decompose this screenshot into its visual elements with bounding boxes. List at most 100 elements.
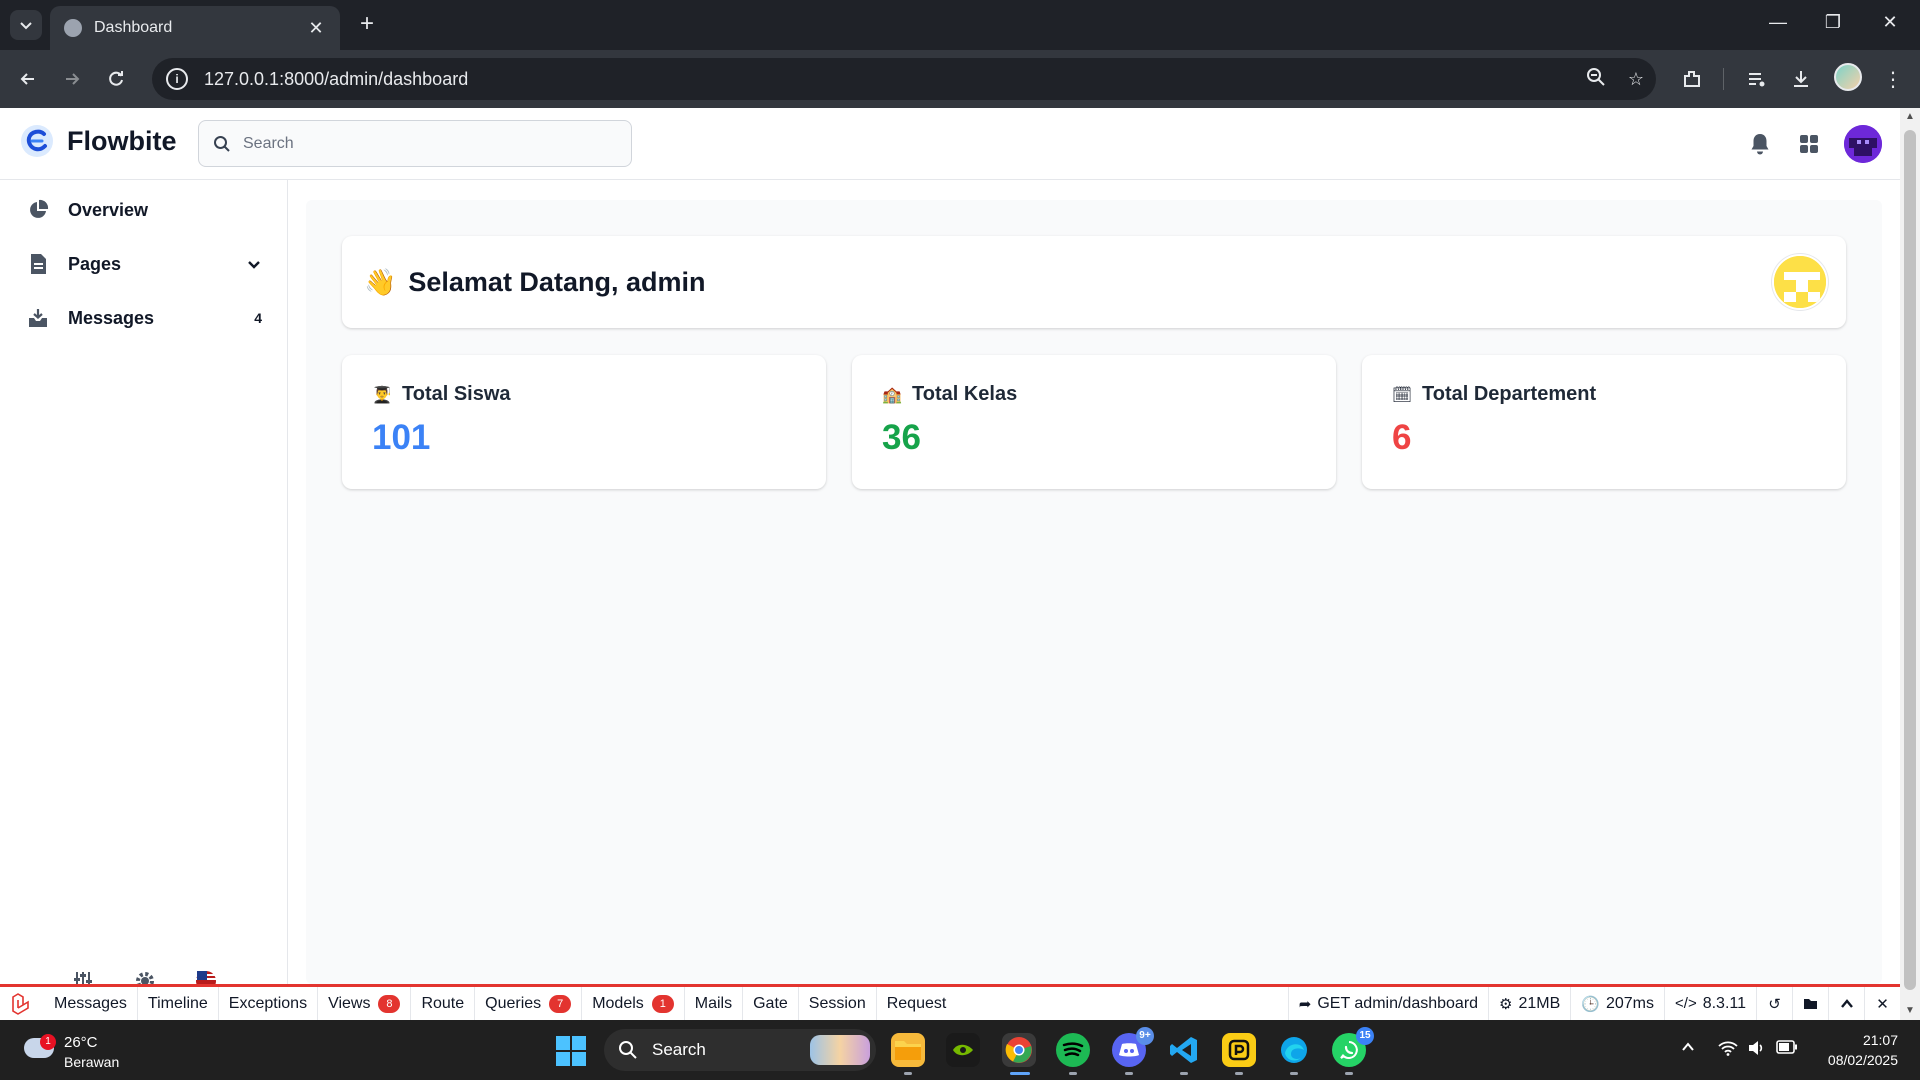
- browser-menu-icon[interactable]: ⋮: [1878, 65, 1908, 93]
- debugbar-tab-route[interactable]: Route: [411, 987, 476, 1020]
- grid-icon: [1800, 135, 1818, 153]
- chevron-up-icon[interactable]: [1828, 987, 1864, 1020]
- sidebar-item-pages[interactable]: Pages: [14, 242, 274, 286]
- folder-open-icon[interactable]: [1792, 987, 1828, 1020]
- debugbar-tab-gate[interactable]: Gate: [743, 987, 799, 1020]
- debugbar-tab-timeline[interactable]: Timeline: [138, 987, 219, 1020]
- debugbar-close-icon[interactable]: ✕: [1864, 987, 1900, 1020]
- stat-card-total-siswa: 👨‍🎓 Total Siswa 101: [342, 355, 826, 489]
- messages-count-badge: 4: [254, 310, 262, 326]
- document-icon: [26, 252, 50, 276]
- volume-icon[interactable]: [1746, 1040, 1766, 1060]
- scroll-down-arrow-icon[interactable]: ▼: [1900, 1002, 1920, 1020]
- debugbar-tab-request[interactable]: Request: [877, 987, 957, 1020]
- apps-button[interactable]: [1795, 130, 1823, 158]
- bell-icon: [1751, 134, 1769, 155]
- page-viewport: Flowbite Overview Pages: [0, 108, 1900, 984]
- windows-start-icon[interactable]: [556, 1036, 586, 1066]
- debugbar-time-info[interactable]: 🕒 207ms: [1570, 987, 1664, 1020]
- system-clock[interactable]: 21:07 08/02/2025: [1828, 1030, 1898, 1070]
- main-content: 👋 Selamat Datang, admin 👨‍🎓 Total Siswa …: [306, 200, 1882, 984]
- wifi-icon[interactable]: [1718, 1040, 1738, 1060]
- welcome-card: 👋 Selamat Datang, admin: [342, 236, 1846, 328]
- download-icon[interactable]: [1786, 65, 1816, 93]
- laravel-logo-icon[interactable]: [0, 987, 44, 1020]
- debugbar-tab-label: Queries: [485, 994, 542, 1012]
- debugbar-route-info[interactable]: ➦ GET admin/dashboard: [1287, 987, 1488, 1020]
- sidebar-item-overview[interactable]: Overview: [14, 188, 274, 232]
- edge-icon[interactable]: [1277, 1033, 1311, 1067]
- stat-card-total-departement: 🗓 Total Departement 6: [1362, 355, 1846, 489]
- sidebar-item-label: Messages: [68, 307, 155, 328]
- taskbar-search[interactable]: Search: [604, 1029, 876, 1071]
- debugbar-tab-session[interactable]: Session: [799, 987, 877, 1020]
- chevron-down-icon[interactable]: [246, 256, 262, 272]
- sidebar-item-label: Pages: [68, 253, 122, 274]
- tray-overflow-chevron-icon[interactable]: [1678, 1040, 1698, 1060]
- discord-icon[interactable]: 9+: [1112, 1027, 1154, 1067]
- tab-search-button[interactable]: [10, 10, 42, 40]
- restore-icon[interactable]: ❐: [1821, 12, 1845, 33]
- whatsapp-icon[interactable]: 15: [1332, 1027, 1374, 1067]
- scrollbar-thumb[interactable]: [1904, 130, 1916, 990]
- debugbar-php-info[interactable]: </> 8.3.11: [1664, 987, 1756, 1020]
- notifications-button[interactable]: [1746, 130, 1774, 158]
- search-input[interactable]: [243, 134, 623, 153]
- running-indicator: [1069, 1072, 1077, 1075]
- close-tab-icon[interactable]: ✕: [306, 18, 326, 39]
- bookmark-star-icon[interactable]: ☆: [1616, 69, 1656, 90]
- scroll-up-arrow-icon[interactable]: ▲: [1900, 108, 1920, 126]
- battery-icon[interactable]: [1776, 1040, 1797, 1060]
- zoom-icon[interactable]: [1576, 67, 1616, 92]
- postman-alt-icon[interactable]: [1222, 1033, 1256, 1067]
- adjustments-button[interactable]: [70, 970, 96, 984]
- address-bar[interactable]: i 127.0.0.1:8000/admin/dashboard ☆: [152, 58, 1656, 100]
- debugbar-tab-models[interactable]: Models 1: [582, 987, 685, 1020]
- history-icon[interactable]: ↺: [1756, 987, 1792, 1020]
- media-controls-icon[interactable]: [1742, 65, 1772, 93]
- windows-taskbar: 1 26°C Berawan Search 9+ 15 21:07 08/02/…: [0, 1020, 1920, 1080]
- toolbar-divider: [1723, 68, 1724, 90]
- chrome-icon[interactable]: [1002, 1033, 1036, 1067]
- debugbar-info-group: ➦ GET admin/dashboard ⚙ 21MB 🕒 207ms </> 8.3…: [1287, 987, 1900, 1020]
- debugbar-tab-exceptions[interactable]: Exceptions: [219, 987, 319, 1020]
- welcome-title: Selamat Datang, admin: [408, 266, 706, 297]
- clock-time: 21:07: [1862, 1032, 1898, 1048]
- minimize-icon[interactable]: —: [1766, 12, 1790, 33]
- clock-icon: 🕒: [1581, 995, 1600, 1013]
- browser-tab-active[interactable]: Dashboard ✕: [50, 6, 340, 50]
- settings-button[interactable]: [132, 970, 158, 984]
- debugbar-tab-messages[interactable]: Messages: [44, 987, 138, 1020]
- nvidia-icon[interactable]: [946, 1033, 980, 1067]
- running-indicator: [1125, 1072, 1133, 1075]
- language-button[interactable]: [193, 970, 219, 984]
- browser-tab-strip: Dashboard ✕ + — ❐ ✕: [0, 0, 1920, 50]
- debugbar-tab-queries[interactable]: Queries 7: [475, 987, 583, 1020]
- brand[interactable]: Flowbite: [20, 124, 177, 158]
- user-avatar[interactable]: [1844, 125, 1882, 163]
- reload-button[interactable]: [102, 65, 130, 93]
- site-info-icon[interactable]: i: [166, 68, 188, 90]
- running-indicator: [1180, 1072, 1188, 1075]
- spotify-icon[interactable]: [1056, 1033, 1090, 1067]
- back-button[interactable]: [14, 65, 42, 93]
- debugbar-tab-views[interactable]: Views 8: [318, 987, 412, 1020]
- forward-button[interactable]: [58, 65, 86, 93]
- vscode-icon[interactable]: [1167, 1033, 1201, 1067]
- admin-avatar: [1772, 254, 1828, 310]
- extensions-icon[interactable]: [1677, 65, 1707, 93]
- running-indicator: [1345, 1072, 1353, 1075]
- tab-title: Dashboard: [94, 19, 173, 36]
- debugbar-memory-info[interactable]: ⚙ 21MB: [1488, 987, 1570, 1020]
- weather-widget[interactable]: 1 26°C Berawan: [20, 1028, 130, 1072]
- file-explorer-icon[interactable]: [891, 1033, 925, 1067]
- window-close-icon[interactable]: ✕: [1878, 12, 1902, 33]
- browser-profile-avatar[interactable]: [1834, 63, 1862, 91]
- page-scrollbar[interactable]: ▲ ▼: [1900, 108, 1920, 1020]
- search-box[interactable]: [198, 120, 632, 167]
- new-tab-button[interactable]: +: [354, 12, 380, 38]
- sidebar-item-messages[interactable]: Messages 4: [14, 296, 274, 340]
- debugbar-tab-mails[interactable]: Mails: [685, 987, 744, 1020]
- address-url[interactable]: 127.0.0.1:8000/admin/dashboard: [204, 69, 1576, 90]
- stat-card-total-kelas: 🏫 Total Kelas 36: [852, 355, 1336, 489]
